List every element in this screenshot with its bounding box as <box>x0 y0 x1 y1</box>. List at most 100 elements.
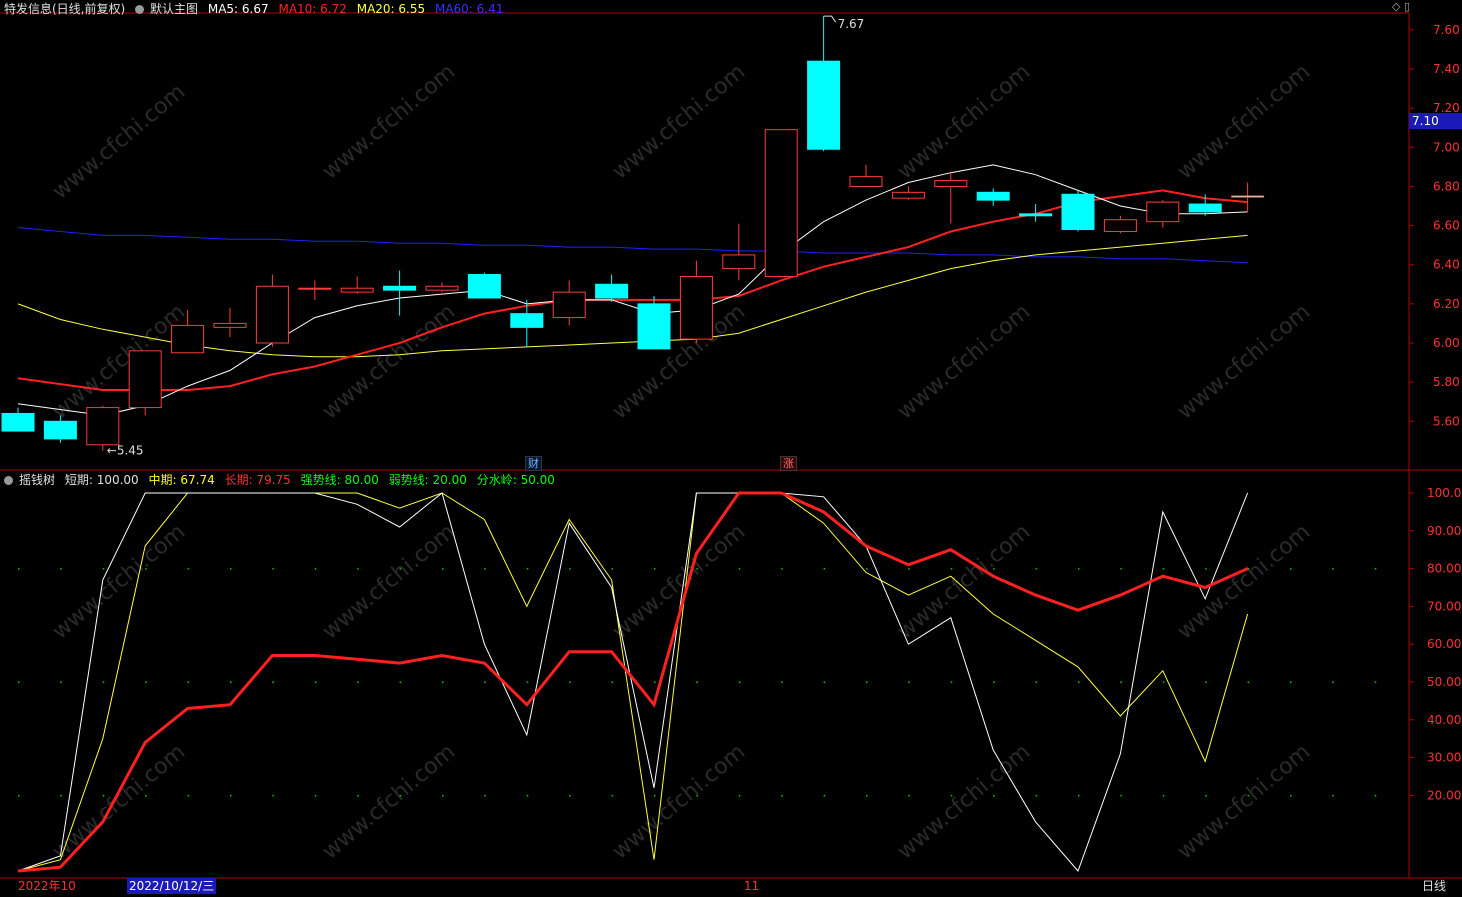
long-term-line <box>17 491 1249 873</box>
watermark-text: www.cfchi.com <box>318 59 460 184</box>
guide-dot <box>823 681 826 683</box>
main-chart-header: 特发信息(日线,前复权) 默认主图 MA5: 6.67 MA10: 6.72 M… <box>4 0 509 17</box>
rise-tag[interactable]: 涨 <box>780 456 797 471</box>
scroll-up-icon[interactable]: ▯ <box>1404 0 1410 13</box>
guide-dot <box>102 681 105 683</box>
ma60-label: MA60: 6.41 <box>434 2 504 16</box>
guide-dot <box>654 568 656 570</box>
ma5-label: MA5: 6.67 <box>207 2 269 16</box>
guide-dot <box>738 681 741 683</box>
short-term-label: 短期: 100.00 <box>64 473 139 487</box>
diamond-icon[interactable]: ◇ <box>1392 0 1400 13</box>
weak-line-label: 弱势线: 20.00 <box>388 473 467 487</box>
candle-body-down <box>1188 203 1222 213</box>
candle-body-up <box>934 180 968 187</box>
indicator-tick-label: 50.00 <box>1427 675 1461 689</box>
guide-dot <box>314 568 317 570</box>
indicator-tick-label: 20.00 <box>1427 788 1461 802</box>
indicator-name[interactable]: 摇钱树 <box>19 473 55 487</box>
indicator-tick-label: 70.00 <box>1427 599 1461 613</box>
guide-dot <box>1035 681 1038 683</box>
guide-dot <box>1205 568 1207 570</box>
candle-body-up <box>891 191 925 199</box>
candle-body-up <box>86 407 120 446</box>
candle-body-down <box>1019 213 1053 217</box>
guide-dot <box>484 568 486 570</box>
period-label[interactable]: 日线 <box>1422 878 1446 894</box>
guide-dot <box>272 794 274 797</box>
guide-dot <box>1078 794 1080 797</box>
candle-body-down <box>1 412 35 432</box>
guide-dot <box>1120 794 1122 797</box>
indicator-tick-label: 30.00 <box>1427 751 1461 765</box>
price-tick-label: 6.60 <box>1433 219 1460 233</box>
guide-dot <box>442 794 444 797</box>
guide-dot <box>908 794 910 797</box>
candle-body-down <box>976 191 1010 201</box>
guide-dot <box>18 794 20 797</box>
guide-dot <box>781 568 783 570</box>
finance-tag[interactable]: 财 <box>525 456 542 471</box>
guide-dot <box>60 681 62 683</box>
candle-body-up <box>849 176 883 187</box>
template-label[interactable]: 默认主图 <box>150 2 198 16</box>
guide-dot <box>1247 568 1250 570</box>
guide-dot <box>1332 794 1334 797</box>
guide-dot <box>781 681 783 683</box>
guide-dot <box>1332 568 1334 570</box>
guide-dot <box>484 794 486 797</box>
watermark-text: www.cfchi.com <box>318 519 460 644</box>
guide-dot <box>145 794 147 797</box>
price-tick-label: 7.60 <box>1433 23 1460 37</box>
guide-dot <box>1205 681 1207 683</box>
guide-dot <box>866 681 868 683</box>
watermark-text: www.cfchi.com <box>48 299 190 424</box>
guide-dot <box>18 681 20 683</box>
candle-body-down <box>383 285 417 291</box>
price-tick-label: 7.00 <box>1433 140 1460 154</box>
guide-dot <box>1035 794 1038 797</box>
price-tick-label: 7.40 <box>1433 62 1460 76</box>
candle-body-down <box>43 420 77 440</box>
top-right-icons[interactable]: ◇ ▯ <box>1392 0 1410 13</box>
low-label: ←5.45 <box>107 444 144 458</box>
ma60-line <box>17 227 1248 264</box>
long-term-label: 长期: 79.75 <box>224 473 291 487</box>
candle-body-down <box>467 274 501 299</box>
guide-dot <box>1162 568 1165 570</box>
stock-title[interactable]: 特发信息(日线,前复权) <box>4 2 125 16</box>
guide-dot <box>654 794 656 797</box>
watermark-text: www.cfchi.com <box>1173 59 1315 184</box>
strong-line-label: 强势线: 80.00 <box>300 473 379 487</box>
guide-dot <box>1290 568 1292 570</box>
month-label: 2022年10 <box>18 879 76 893</box>
guide-dot <box>823 568 826 570</box>
candle-body-up <box>764 129 798 277</box>
guide-dot <box>230 681 232 683</box>
candle-body-up <box>298 287 332 290</box>
guide-dot <box>1120 681 1122 683</box>
guide-dot <box>526 681 529 683</box>
guide-dot <box>1332 681 1334 683</box>
guide-dot <box>187 794 190 797</box>
guide-dot <box>993 681 995 683</box>
watermark-layer: www.cfchi.com www.cfchi.com www.cfchi.com w… <box>48 59 1315 864</box>
indicator-menu-icon[interactable] <box>4 476 13 485</box>
guide-dot <box>399 681 402 683</box>
guide-dot <box>696 681 698 683</box>
candle-body-up <box>1103 219 1137 232</box>
template-menu-icon[interactable] <box>135 5 145 14</box>
mid-term-label: 中期: 67.74 <box>148 473 215 487</box>
watershed-label: 分水岭: 50.00 <box>476 473 555 487</box>
watermark-text: www.cfchi.com <box>893 739 1035 864</box>
watermark-text: www.cfchi.com <box>893 519 1035 644</box>
guide-dot <box>1374 794 1377 797</box>
indicator-axis: 20.00 30.00 40.00 50.00 60.00 70.00 80.00 90.00… <box>1409 486 1462 802</box>
ma10-label: MA10: 6.72 <box>278 2 347 16</box>
guide-dot <box>1078 681 1080 683</box>
candle-body-down <box>637 303 671 350</box>
stock-chart[interactable]: www.cfchi.com www.cfchi.com www.cfchi.com w… <box>0 0 1462 897</box>
price-tick-label: 5.80 <box>1433 375 1460 389</box>
guide-dot <box>230 568 232 570</box>
guide-dot <box>908 568 910 570</box>
